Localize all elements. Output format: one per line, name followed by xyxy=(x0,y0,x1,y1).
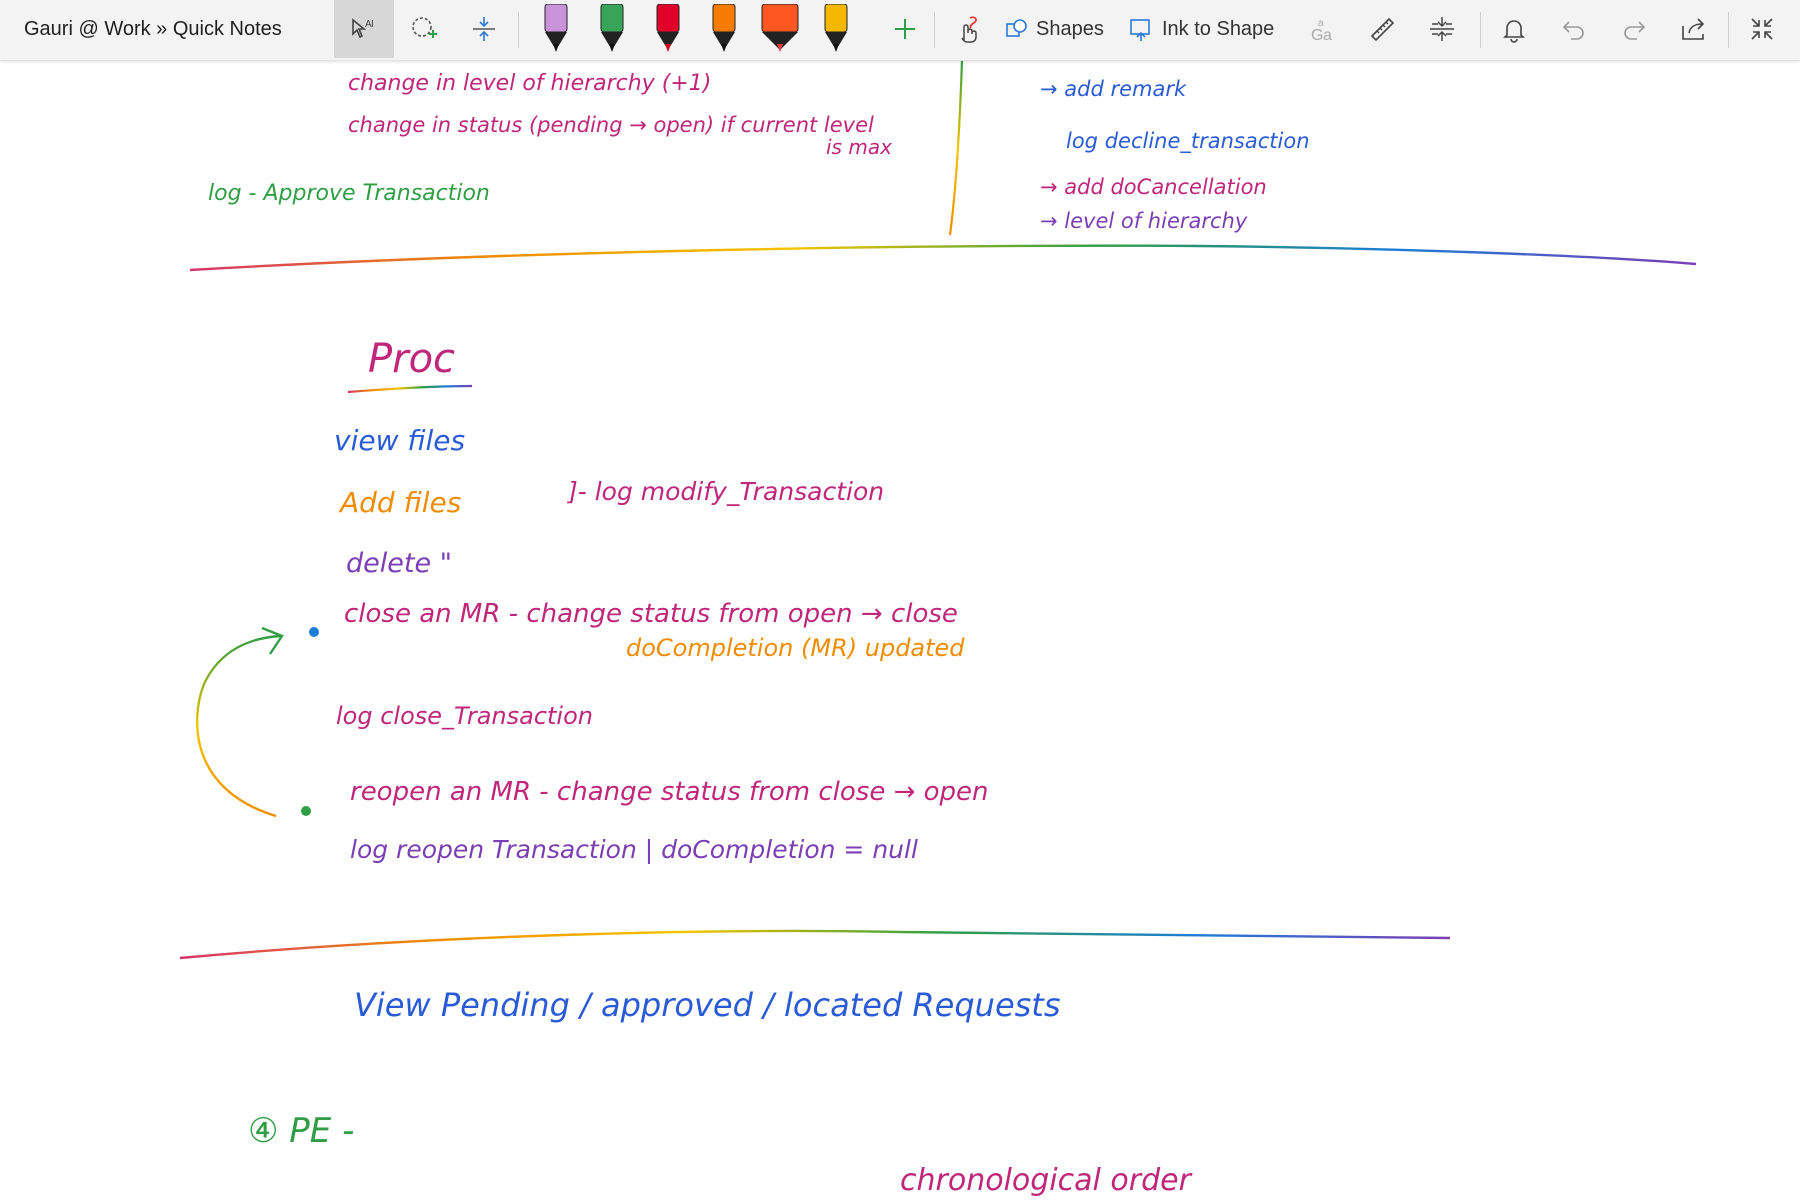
toolbar-separator xyxy=(1728,12,1729,48)
note-view-files: view files xyxy=(334,424,465,457)
note-reopen-mr: reopen an MR - change status from close … xyxy=(350,777,989,807)
note-hierarchy-change: change in level of hierarchy (+1) xyxy=(348,71,711,96)
ruler-icon[interactable] xyxy=(1354,0,1410,58)
undo-icon[interactable] xyxy=(1546,0,1602,58)
ink-to-shape-icon xyxy=(1130,19,1150,41)
loop-arrow xyxy=(195,634,281,818)
ink-to-shape-label: Ink to Shape xyxy=(1162,17,1275,40)
plus-icon[interactable] xyxy=(880,0,930,58)
section-divider xyxy=(189,244,1697,272)
bell-icon[interactable] xyxy=(1486,0,1542,58)
redo-icon[interactable] xyxy=(1606,0,1662,58)
ink-layer: change in level of hierarchy (+1) change… xyxy=(179,60,1697,1198)
fit-to-page-icon[interactable] xyxy=(1414,0,1470,58)
toolbar-separator xyxy=(518,12,519,48)
bullet-close-mr xyxy=(309,627,319,637)
ink-to-text-icon[interactable]: aGa xyxy=(1294,0,1350,58)
pen-orange-pattern-icon[interactable] xyxy=(698,0,750,58)
shapes-label: Shapes xyxy=(1036,17,1104,40)
bullet-reopen-mr xyxy=(301,806,311,816)
proc-underline xyxy=(347,384,473,394)
note-level-hierarchy: → level of hierarchy xyxy=(1040,209,1248,233)
note-log-close: log close_Transaction xyxy=(336,702,593,730)
ink-toolbar: Gauri @ Work » Quick Notes AI Shapes Ink… xyxy=(0,0,1800,61)
ink-to-shape-button[interactable]: Ink to Shape xyxy=(1128,0,1278,58)
note-canvas[interactable]: change in level of hierarchy (+1) change… xyxy=(0,60,1800,1200)
pen-rainbow-icon[interactable] xyxy=(586,0,638,58)
toolbar-separator xyxy=(934,12,935,48)
pen-gold-icon[interactable] xyxy=(810,0,862,58)
note-add-files: Add files xyxy=(338,486,461,519)
svg-text:a: a xyxy=(1323,27,1332,44)
note-pe: ④ PE - xyxy=(248,1111,354,1151)
highlighter-red-orange-icon[interactable] xyxy=(754,0,806,58)
note-log-decline: log decline_transaction xyxy=(1066,129,1310,154)
note-log-reopen: log reopen Transaction | doCompletion = … xyxy=(350,835,918,864)
svg-text:I: I xyxy=(371,19,374,30)
note-status-change: change in status (pending → open) if cur… xyxy=(348,113,874,137)
breadcrumb[interactable]: Gauri @ Work » Quick Notes xyxy=(24,0,282,58)
shapes-icon xyxy=(1006,19,1027,37)
shapes-button[interactable]: Shapes xyxy=(1004,0,1104,58)
loop-arrow-head xyxy=(261,626,284,655)
note-is-max: is max xyxy=(826,135,892,159)
pen-black-purple-icon[interactable] xyxy=(530,0,582,58)
note-chronological: chronological order xyxy=(900,1163,1193,1198)
add-space-icon[interactable] xyxy=(458,0,510,58)
note-add-docancellation: → add doCancellation xyxy=(1040,175,1267,199)
note-delete: delete " xyxy=(346,548,452,579)
toolbar-separator xyxy=(1480,12,1481,48)
lasso-text-select-icon[interactable]: AI xyxy=(334,0,394,58)
pen-red-icon[interactable] xyxy=(642,0,694,58)
note-log-approve: log - Approve Transaction xyxy=(208,181,490,206)
note-view-requests: View Pending / approved / located Reques… xyxy=(354,986,1061,1024)
proc-title: Proc xyxy=(368,336,455,382)
note-close-mr: close an MR - change status from open → … xyxy=(344,599,958,629)
note-add-remark: → add remark xyxy=(1040,77,1187,101)
svg-text:G: G xyxy=(1311,27,1323,44)
divider-vertical xyxy=(948,60,964,236)
note-docompletion-updated: doCompletion (MR) updated xyxy=(626,634,965,662)
section-divider xyxy=(179,929,1451,960)
note-log-modify: ]- log modify_Transaction xyxy=(567,477,884,506)
share-icon[interactable] xyxy=(1666,0,1722,58)
touch-drawing-icon[interactable] xyxy=(940,0,996,58)
collapse-icon[interactable] xyxy=(1734,0,1790,58)
lasso-add-icon[interactable] xyxy=(398,0,450,58)
